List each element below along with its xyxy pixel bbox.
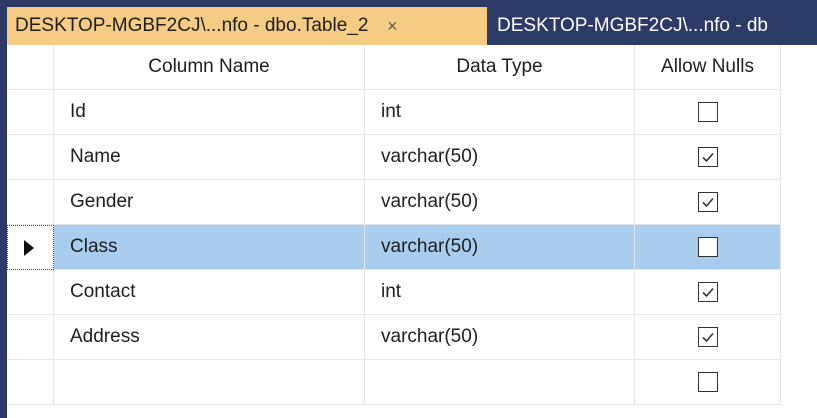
column-name-cell[interactable]: Gender — [54, 180, 365, 225]
data-type-cell[interactable] — [365, 360, 635, 405]
allow-nulls-cell — [635, 90, 781, 135]
tab-other-table[interactable]: DESKTOP-MGBF2CJ\...nfo - db — [487, 7, 817, 45]
row-selector[interactable] — [7, 225, 54, 270]
window-edge — [0, 0, 7, 418]
allow-nulls-checkbox[interactable] — [697, 327, 718, 347]
checkmark-icon — [701, 197, 714, 208]
tab-title: DESKTOP-MGBF2CJ\...nfo - dbo.Table_2 — [15, 15, 369, 36]
table-row[interactable]: Gender varchar(50) — [7, 180, 781, 225]
allow-nulls-checkbox[interactable] — [697, 282, 718, 302]
allow-nulls-cell — [635, 270, 781, 315]
table-designer-window: DESKTOP-MGBF2CJ\...nfo - dbo.Table_2 × D… — [0, 0, 817, 418]
tab-table-2[interactable]: DESKTOP-MGBF2CJ\...nfo - dbo.Table_2 × — [7, 7, 487, 45]
allow-nulls-checkbox[interactable] — [697, 237, 718, 257]
column-name-cell[interactable]: Class — [54, 225, 365, 270]
allow-nulls-cell — [635, 225, 781, 270]
data-type-cell[interactable]: int — [365, 270, 635, 315]
column-name-header: Column Name — [54, 45, 365, 90]
column-grid: Column Name Data Type Allow Nulls Id int N… — [7, 45, 781, 405]
allow-nulls-checkbox[interactable] — [697, 192, 718, 212]
row-selector-header — [7, 45, 54, 90]
column-name-cell[interactable]: Contact — [54, 270, 365, 315]
row-selector[interactable] — [7, 270, 54, 315]
checkmark-icon — [701, 332, 714, 343]
close-icon[interactable]: × — [382, 16, 402, 37]
data-type-header: Data Type — [365, 45, 635, 90]
table-row[interactable]: Address varchar(50) — [7, 315, 781, 360]
column-name-cell[interactable] — [54, 360, 365, 405]
table-row[interactable]: Id int — [7, 90, 781, 135]
triangle-right-icon — [24, 239, 34, 256]
checkmark-icon — [701, 287, 714, 298]
row-selector[interactable] — [7, 180, 54, 225]
tab-title: DESKTOP-MGBF2CJ\...nfo - db — [497, 15, 769, 36]
allow-nulls-checkbox[interactable] — [697, 372, 718, 392]
column-name-cell[interactable]: Address — [54, 315, 365, 360]
row-selector[interactable] — [7, 135, 54, 180]
allow-nulls-cell — [635, 180, 781, 225]
data-type-cell[interactable]: varchar(50) — [365, 180, 635, 225]
row-selector[interactable] — [7, 90, 54, 135]
table-row[interactable]: Contact int — [7, 270, 781, 315]
checkmark-icon — [701, 152, 714, 163]
data-type-cell[interactable]: varchar(50) — [365, 135, 635, 180]
table-row[interactable]: Name varchar(50) — [7, 135, 781, 180]
allow-nulls-cell — [635, 360, 781, 405]
table-row[interactable]: Class varchar(50) — [7, 225, 781, 270]
document-tab-bar: DESKTOP-MGBF2CJ\...nfo - dbo.Table_2 × D… — [7, 0, 817, 45]
allow-nulls-cell — [635, 135, 781, 180]
data-type-cell[interactable]: int — [365, 90, 635, 135]
allow-nulls-checkbox[interactable] — [697, 102, 718, 122]
data-type-cell[interactable]: varchar(50) — [365, 315, 635, 360]
allow-nulls-checkbox[interactable] — [697, 147, 718, 167]
row-selector[interactable] — [7, 315, 54, 360]
row-selector[interactable] — [7, 360, 54, 405]
allow-nulls-header: Allow Nulls — [635, 45, 781, 90]
grid-header-row: Column Name Data Type Allow Nulls — [7, 45, 781, 90]
data-type-cell[interactable]: varchar(50) — [365, 225, 635, 270]
column-name-cell[interactable]: Id — [54, 90, 365, 135]
table-row[interactable] — [7, 360, 781, 405]
column-name-cell[interactable]: Name — [54, 135, 365, 180]
allow-nulls-cell — [635, 315, 781, 360]
